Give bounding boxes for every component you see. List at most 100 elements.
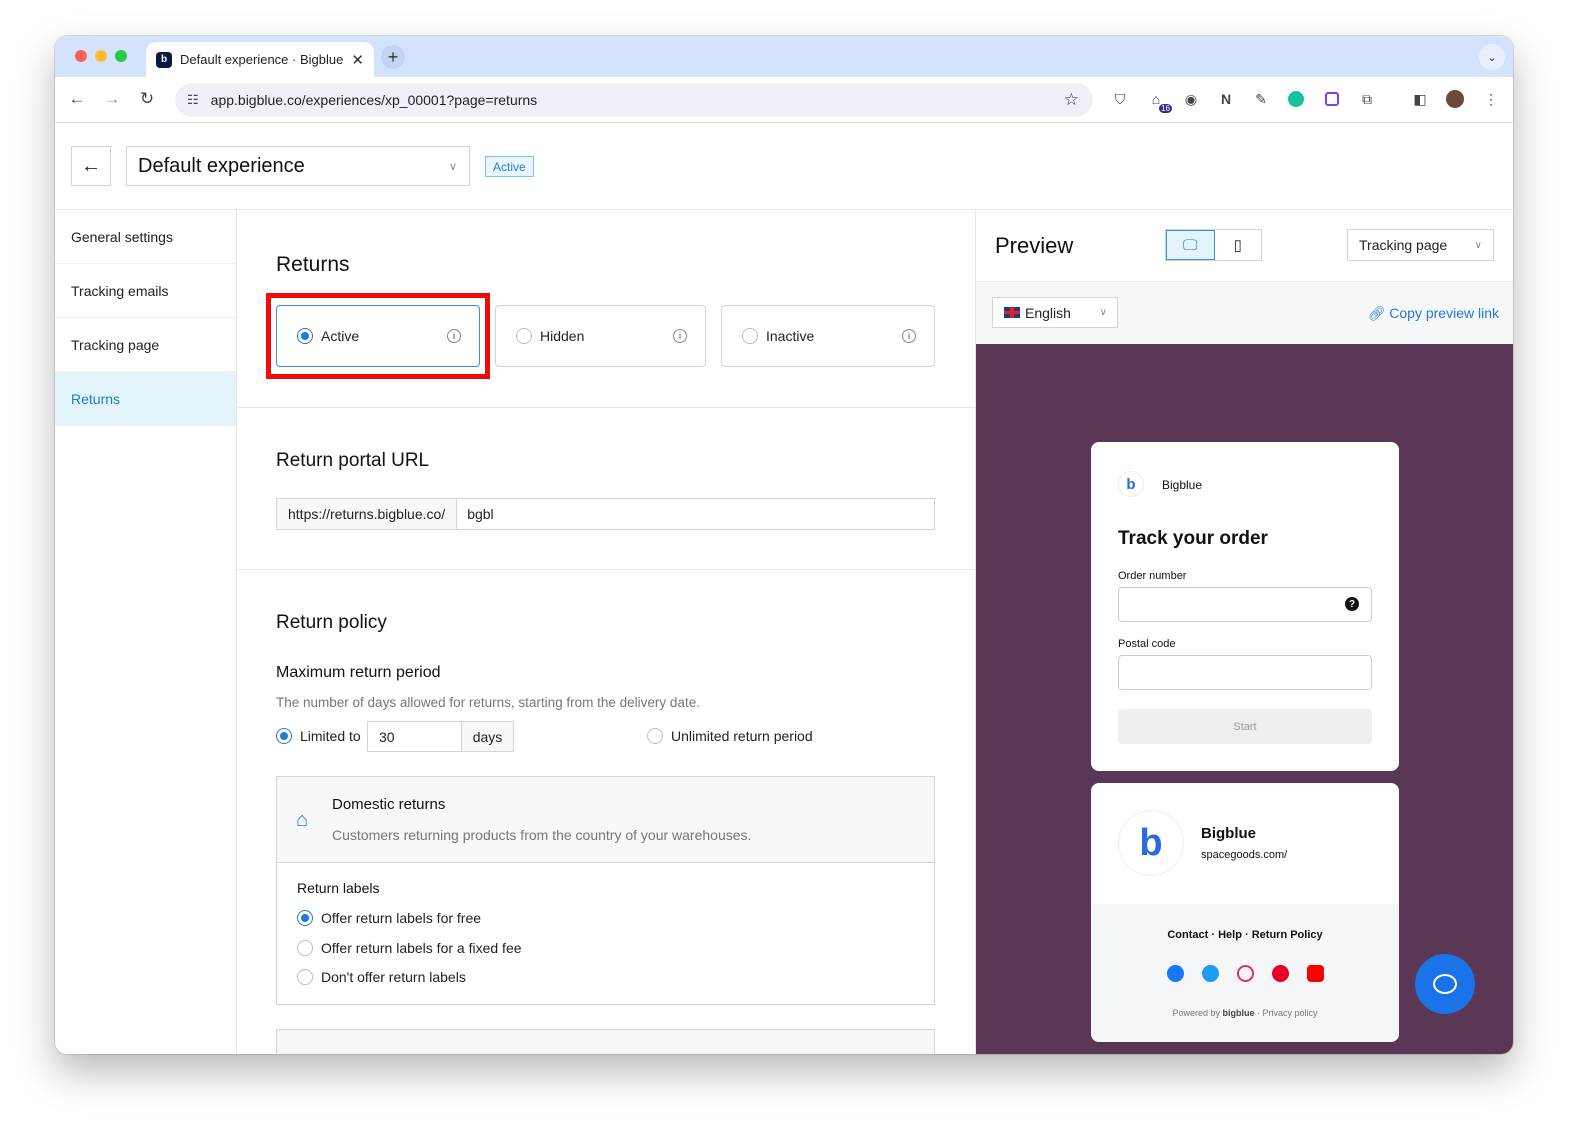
track-order-card: b Bigblue Track your order Order number …	[1091, 442, 1399, 771]
status-option-label: Inactive	[766, 328, 815, 344]
status-option-inactive[interactable]: Inactive i	[721, 305, 935, 367]
preview-title: Preview	[995, 233, 1074, 258]
graduation-extension-icon[interactable]: ⌂ 16	[1146, 89, 1172, 113]
postal-code-input[interactable]	[1118, 655, 1372, 690]
option-label: Offer return labels for a fixed fee	[321, 940, 522, 956]
close-tab-icon[interactable]: ✕	[351, 51, 364, 69]
preview-page-select[interactable]: Tracking page ∨	[1347, 229, 1494, 261]
experience-select[interactable]: Default experience ∨	[126, 146, 470, 186]
square-extension-icon[interactable]	[1322, 89, 1342, 109]
paperclip-icon: 🔗︎	[1367, 305, 1386, 321]
home-icon: ⌂	[296, 809, 309, 831]
youtube-icon[interactable]	[1306, 965, 1324, 982]
chat-bubble-icon	[1433, 974, 1457, 994]
facebook-icon[interactable]	[1166, 965, 1184, 982]
grammarly-extension-icon[interactable]	[1286, 89, 1306, 109]
radio-labels-free[interactable]	[297, 910, 313, 926]
status-option-hidden[interactable]: Hidden i	[495, 305, 706, 367]
labels-option-none[interactable]: Don't offer return labels	[297, 969, 466, 985]
social-icons	[1091, 965, 1399, 987]
footer-link-return-policy[interactable]: Return Policy	[1252, 929, 1323, 941]
copy-preview-link[interactable]: 🔗︎ Copy preview link	[1368, 305, 1499, 322]
return-labels-title: Return labels	[297, 880, 380, 896]
notion-extension-icon[interactable]: N	[1216, 89, 1236, 109]
help-icon[interactable]: ?	[1345, 597, 1359, 611]
puzzle-extensions-icon[interactable]: ⧉	[1357, 89, 1377, 109]
twitter-icon[interactable]	[1201, 965, 1219, 982]
forward-arrow-icon[interactable]: →	[101, 88, 123, 110]
address-bar[interactable]: ☷ app.bigblue.co/experiences/xp_00001?pa…	[175, 83, 1093, 117]
back-arrow-icon[interactable]: ←	[66, 88, 88, 110]
instagram-icon[interactable]	[1236, 965, 1254, 982]
radio-limited[interactable]	[276, 728, 292, 744]
powered-by-label: Powered by	[1172, 1008, 1220, 1018]
chevron-down-icon: ∨	[448, 160, 457, 173]
shield-extension-icon[interactable]: ⛉	[1110, 89, 1130, 109]
next-returns-card	[276, 1029, 935, 1054]
unlimited-option[interactable]: Unlimited return period	[647, 728, 813, 744]
info-icon[interactable]: i	[673, 329, 687, 343]
divider	[237, 569, 975, 570]
close-window-button[interactable]	[75, 50, 87, 62]
side-panel-icon[interactable]: ◧	[1410, 89, 1430, 109]
browser-menu-icon[interactable]: ⋮	[1481, 89, 1501, 109]
radio-labels-none[interactable]	[297, 969, 313, 985]
radio-unlimited[interactable]	[647, 728, 663, 744]
preview-panel: Preview 🖵 ▯ Tracking page ∨ English ∨ 🔗︎	[975, 210, 1513, 1054]
mobile-icon[interactable]: ▯	[1215, 230, 1262, 260]
pen-extension-icon[interactable]: ✎	[1251, 89, 1271, 109]
tab-strip: b Default experience · Bigblue ✕ + ⌄	[55, 36, 1513, 77]
labels-option-free[interactable]: Offer return labels for free	[297, 910, 481, 926]
tab-search-chevron-icon[interactable]: ⌄	[1479, 44, 1505, 70]
days-input-group[interactable]: 30 days	[367, 721, 514, 752]
language-value: English	[1025, 304, 1071, 321]
preview-page-value: Tracking page	[1359, 237, 1448, 253]
bigblue-favicon-icon: b	[156, 51, 172, 68]
new-tab-button[interactable]: +	[381, 45, 405, 69]
url-slug-input[interactable]: bgbl	[457, 499, 503, 529]
profile-avatar[interactable]	[1445, 89, 1465, 109]
reload-icon[interactable]: ↻	[136, 88, 158, 110]
footer-link-contact[interactable]: Contact	[1167, 929, 1208, 941]
portal-url-field[interactable]: https://returns.bigblue.co/ bgbl	[276, 498, 935, 530]
days-unit: days	[462, 722, 513, 751]
option-label: Don't offer return labels	[321, 969, 466, 985]
language-select[interactable]: English ∨	[992, 297, 1118, 328]
domestic-returns-header: ⌂ Domestic returns Customers returning p…	[277, 777, 934, 863]
order-number-input[interactable]: ?	[1118, 587, 1372, 622]
domestic-returns-title: Domestic returns	[332, 796, 446, 813]
footer-url: spacegoods.com/	[1201, 849, 1288, 861]
browser-window: b Default experience · Bigblue ✕ + ⌄ ← →…	[55, 36, 1513, 1054]
radio-hidden[interactable]	[516, 328, 532, 344]
maximize-window-button[interactable]	[115, 50, 127, 62]
settings-sidebar: General settings Tracking emails Trackin…	[55, 210, 237, 1054]
browser-tab[interactable]: b Default experience · Bigblue ✕	[146, 42, 374, 77]
info-icon[interactable]: i	[902, 329, 916, 343]
back-button[interactable]: ←	[71, 146, 111, 186]
return-policy-title: Return policy	[276, 612, 387, 633]
labels-option-fixed-fee[interactable]: Offer return labels for a fixed fee	[297, 940, 522, 956]
start-button[interactable]: Start	[1118, 709, 1372, 744]
sidebar-item-general-settings[interactable]: General settings	[55, 210, 236, 264]
chat-launcher-button[interactable]	[1415, 954, 1475, 1014]
site-settings-icon[interactable]: ☷	[187, 92, 199, 108]
radio-inactive[interactable]	[742, 328, 758, 344]
sidebar-item-returns[interactable]: Returns	[55, 372, 236, 426]
bookmark-star-icon[interactable]: ☆	[1064, 90, 1079, 110]
brand-name: Bigblue	[1162, 478, 1203, 492]
days-input[interactable]: 30	[368, 722, 462, 751]
footer-link-help[interactable]: Help	[1218, 929, 1242, 941]
radio-labels-fixed-fee[interactable]	[297, 940, 313, 956]
camera-extension-icon[interactable]: ◉	[1181, 89, 1201, 109]
url-text: app.bigblue.co/experiences/xp_00001?page…	[210, 92, 538, 108]
sidebar-item-tracking-page[interactable]: Tracking page	[55, 318, 236, 372]
minimize-window-button[interactable]	[95, 50, 107, 62]
privacy-policy-link[interactable]: · Privacy policy	[1257, 1008, 1318, 1018]
desktop-icon[interactable]: 🖵	[1166, 230, 1215, 260]
max-period-desc: The number of days allowed for returns, …	[276, 695, 700, 710]
sidebar-item-tracking-emails[interactable]: Tracking emails	[55, 264, 236, 318]
limited-option[interactable]: Limited to	[276, 728, 361, 744]
footer-links: Contact · Help · Return Policy	[1167, 929, 1323, 941]
track-title: Track your order	[1118, 528, 1268, 549]
pinterest-icon[interactable]	[1271, 965, 1289, 982]
